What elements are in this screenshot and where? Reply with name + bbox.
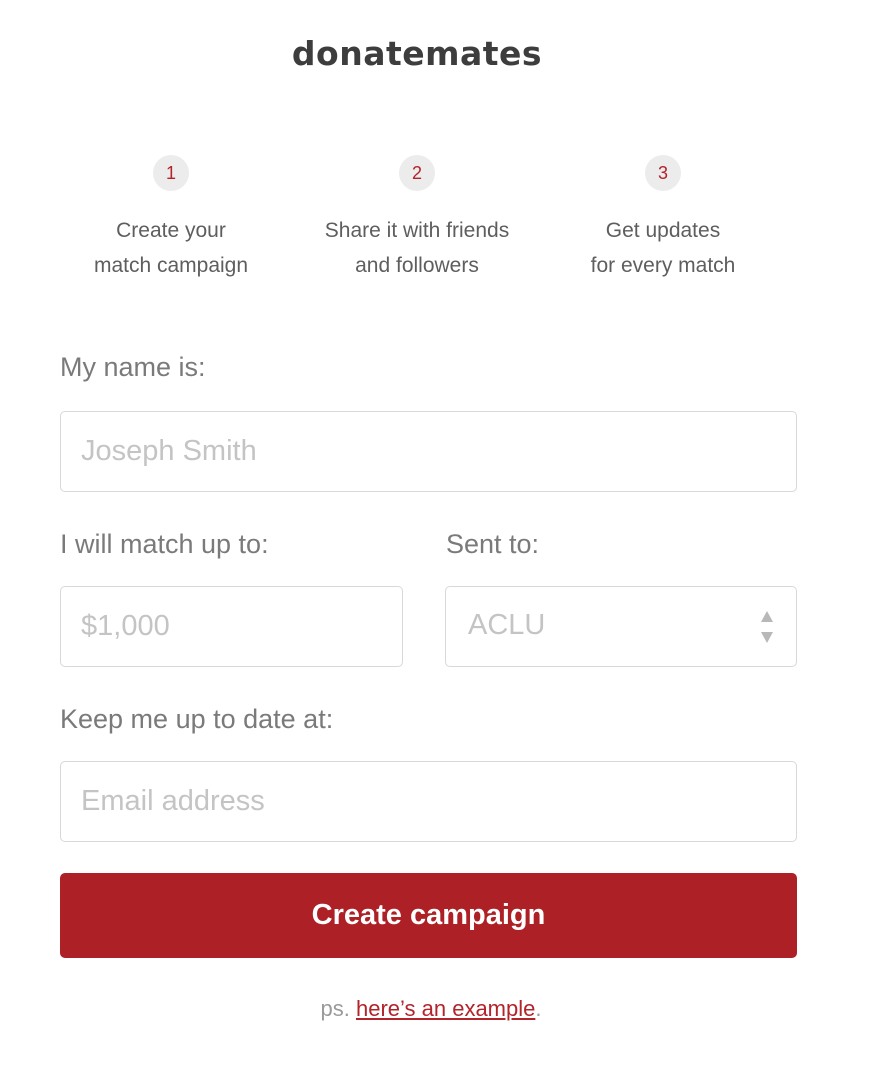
step-3-line-1: Get updates xyxy=(605,219,721,242)
step-1-number: 1 xyxy=(153,155,189,191)
amount-input[interactable] xyxy=(60,586,403,667)
example-prefix: ps. xyxy=(320,996,356,1021)
step-2: 2 Share it with friends and followers xyxy=(297,155,537,283)
recipient-label: Sent to: xyxy=(446,529,540,559)
step-1: 1 Create your match campaign xyxy=(51,155,291,283)
step-3: 3 Get updates for every match xyxy=(543,155,783,283)
example-link[interactable]: here’s an example xyxy=(356,996,535,1021)
example-suffix: . xyxy=(535,996,542,1021)
step-3-number: 3 xyxy=(645,155,681,191)
email-input[interactable] xyxy=(60,761,797,842)
create-campaign-button[interactable]: Create campaign xyxy=(60,873,797,958)
step-2-line-1: Share it with friends xyxy=(324,219,510,242)
step-1-description: Create your match campaign xyxy=(51,213,291,283)
name-label: My name is: xyxy=(60,352,206,382)
example-note: ps. here’s an example. xyxy=(0,996,862,1022)
step-3-line-2: for every match xyxy=(590,254,736,277)
step-3-description: Get updates for every match xyxy=(543,213,783,283)
recipient-select[interactable]: ACLU xyxy=(445,586,797,667)
recipient-selected-value: ACLU xyxy=(468,609,546,641)
name-input[interactable] xyxy=(60,411,797,492)
step-2-description: Share it with friends and followers xyxy=(297,213,537,283)
email-label: Keep me up to date at: xyxy=(60,704,334,734)
step-1-line-2: match campaign xyxy=(93,254,249,277)
amount-label: I will match up to: xyxy=(60,529,269,559)
select-arrows-icon xyxy=(761,611,773,643)
step-2-number: 2 xyxy=(399,155,435,191)
brand-logo: donatemates xyxy=(291,34,543,73)
step-2-line-2: and followers xyxy=(355,254,479,277)
step-1-line-1: Create your xyxy=(116,219,226,242)
